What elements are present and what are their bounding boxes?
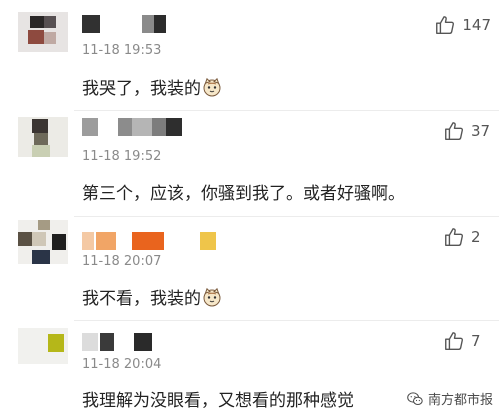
thumbs-up-icon	[445, 332, 463, 350]
watermark: 南方都市报	[406, 389, 493, 408]
comment-text: 我理解为没眼看，又想看的那种感觉	[82, 391, 354, 411]
thumbs-up-icon	[445, 228, 463, 246]
like-count: 147	[462, 16, 491, 34]
comment-text-content: 我不看，我装的	[82, 289, 201, 309]
comment-item: 11-18 20:07 我不看，我装的 2	[0, 216, 499, 320]
avatar[interactable]	[18, 328, 68, 364]
avatar[interactable]	[18, 117, 68, 157]
comment-time: 11-18 19:53	[82, 43, 162, 58]
comment-time: 11-18 20:07	[82, 254, 162, 269]
like-count: 2	[471, 228, 481, 246]
like-count: 7	[471, 332, 481, 350]
avatar[interactable]	[18, 12, 68, 52]
avatar[interactable]	[18, 220, 68, 264]
thumbs-up-icon	[436, 16, 455, 34]
like-button[interactable]: 147	[434, 14, 491, 36]
like-button[interactable]: 7	[443, 330, 491, 352]
watermark-text: 南方都市报	[427, 393, 493, 408]
comment-text: 第三个，应该，你骚到我了。或者好骚啊。	[82, 184, 405, 204]
cat-face-emoji-icon	[203, 77, 221, 97]
comment-text: 我哭了，我装的	[82, 74, 222, 99]
wechat-official-account-icon	[407, 391, 423, 405]
comment-time: 11-18 20:04	[82, 357, 162, 372]
thumbs-up-icon	[445, 122, 463, 140]
like-count: 37	[471, 122, 491, 140]
like-button[interactable]: 37	[443, 120, 491, 142]
comment-item: 11-18 19:52 第三个，应该，你骚到我了。或者好骚啊。 37	[0, 110, 499, 216]
comment-text: 我不看，我装的	[82, 284, 222, 309]
comment-text-content: 我哭了，我装的	[82, 79, 201, 99]
comment-item: 11-18 19:53 我哭了，我装的 147	[0, 0, 499, 110]
like-button[interactable]: 2	[443, 226, 491, 248]
comment-time: 11-18 19:52	[82, 149, 162, 164]
cat-face-emoji-icon	[203, 287, 221, 307]
